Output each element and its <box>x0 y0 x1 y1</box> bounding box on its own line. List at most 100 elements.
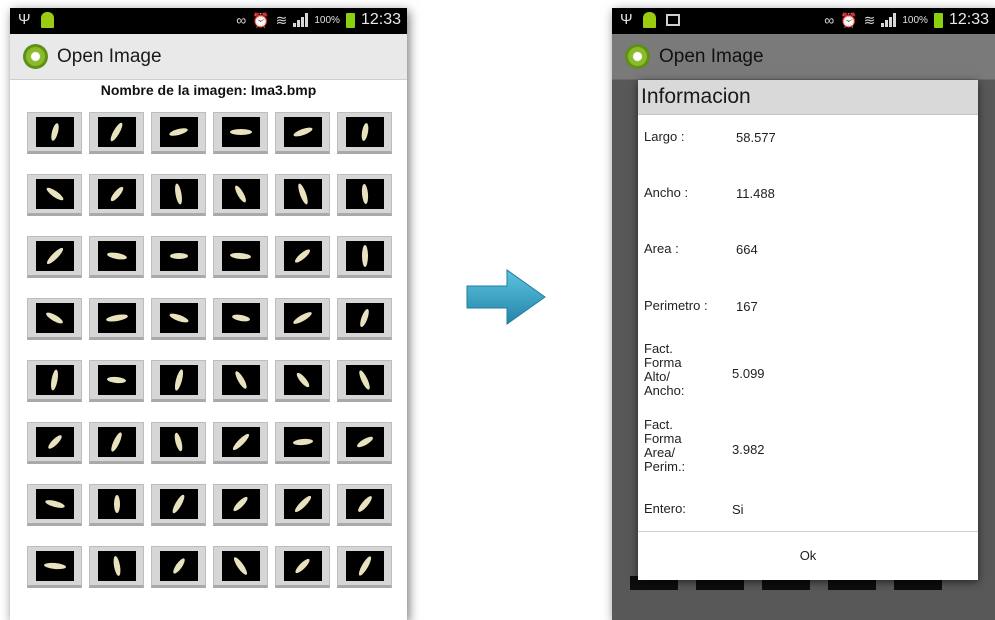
rice-thumbnail[interactable] <box>89 484 144 526</box>
rice-thumbnail[interactable] <box>151 174 206 216</box>
rice-thumbnail[interactable] <box>337 546 392 588</box>
rice-thumbnail[interactable] <box>27 546 82 588</box>
rice-grain-image <box>159 179 198 209</box>
signal-icon <box>881 13 897 27</box>
rice-thumbnail[interactable] <box>275 546 330 588</box>
rice-grain-image <box>345 241 384 271</box>
rice-grain <box>355 494 374 514</box>
rice-thumbnail[interactable] <box>213 236 268 278</box>
rice-thumbnail[interactable] <box>275 422 330 464</box>
rice-grain <box>108 185 125 203</box>
rice-grain-image <box>159 427 198 457</box>
rice-grain-image <box>283 179 322 209</box>
rice-thumbnail[interactable] <box>89 546 144 588</box>
rice-thumbnail[interactable] <box>337 422 392 464</box>
rice-thumbnail[interactable] <box>89 298 144 340</box>
rice-thumbnail[interactable] <box>213 546 268 588</box>
rice-grain-image <box>35 551 74 581</box>
rice-thumbnail[interactable] <box>337 112 392 154</box>
rice-thumbnail[interactable] <box>151 298 206 340</box>
rice-grain-image <box>159 365 198 395</box>
rice-thumbnail[interactable] <box>275 484 330 526</box>
rice-grain <box>44 310 65 326</box>
row-label: Entero: <box>644 501 686 516</box>
right-phone-screen: Ψ ∞ ⏰ ≋ 100% 12:33 Open Image Informacio… <box>612 8 995 620</box>
rice-grain <box>168 126 189 138</box>
rice-thumbnail[interactable] <box>89 360 144 402</box>
rice-grain <box>172 368 185 392</box>
rice-grain-image <box>221 303 260 333</box>
app-gear-icon[interactable] <box>23 44 48 69</box>
rice-grain-image <box>283 117 322 147</box>
rice-grain <box>173 183 184 205</box>
rice-grain <box>232 555 249 577</box>
rice-thumbnail[interactable] <box>275 298 330 340</box>
rice-grain-image <box>345 303 384 333</box>
rice-grain-image <box>221 365 260 395</box>
rice-thumbnail[interactable] <box>275 174 330 216</box>
battery-percent: 100% <box>902 14 928 26</box>
rice-grain-image <box>159 117 198 147</box>
rice-thumbnail[interactable] <box>27 360 82 402</box>
rice-thumbnail[interactable] <box>151 484 206 526</box>
rice-grain <box>361 245 368 267</box>
rice-grain <box>231 495 250 513</box>
rice-thumbnail[interactable] <box>151 360 206 402</box>
rice-thumbnail[interactable] <box>213 484 268 526</box>
app-title: Open Image <box>57 45 162 67</box>
alarm-icon: ⏰ <box>840 12 858 28</box>
rice-thumbnail[interactable] <box>275 112 330 154</box>
rice-thumbnail[interactable] <box>89 422 144 464</box>
rice-grain <box>108 121 125 143</box>
rice-thumbnail[interactable] <box>27 298 82 340</box>
rice-thumbnail[interactable] <box>27 174 82 216</box>
rice-thumbnail[interactable] <box>213 360 268 402</box>
rice-grain-image <box>221 241 260 271</box>
row-label: Fact. Forma Alto/ Ancho: <box>644 341 685 398</box>
rice-thumbnail[interactable] <box>275 236 330 278</box>
rice-thumbnail[interactable] <box>151 422 206 464</box>
rice-grain-image <box>283 489 322 519</box>
rice-thumbnail[interactable] <box>151 112 206 154</box>
rice-thumbnail[interactable] <box>337 236 392 278</box>
rice-thumbnail[interactable] <box>213 298 268 340</box>
rice-grain <box>292 125 313 139</box>
rice-grain-image <box>345 365 384 395</box>
wifi-icon: ≋ <box>863 12 876 28</box>
rice-thumbnail[interactable] <box>337 298 392 340</box>
rice-grain-image <box>345 179 384 209</box>
rice-thumbnail[interactable] <box>27 236 82 278</box>
rice-grain-image <box>35 365 74 395</box>
rice-thumbnail[interactable] <box>213 422 268 464</box>
thumbnail-grid <box>27 112 392 591</box>
rice-thumbnail[interactable] <box>337 174 392 216</box>
rice-grain <box>44 498 65 510</box>
signal-icon <box>293 13 309 27</box>
rice-grain-image <box>345 117 384 147</box>
rice-thumbnail[interactable] <box>89 174 144 216</box>
rice-grain-image <box>97 303 136 333</box>
rice-grain <box>358 308 371 328</box>
status-bar: Ψ ∞ ⏰ ≋ 100% 12:33 <box>10 8 407 34</box>
rice-thumbnail[interactable] <box>337 484 392 526</box>
rice-thumbnail[interactable] <box>275 360 330 402</box>
rice-grain-image <box>283 241 322 271</box>
rice-thumbnail[interactable] <box>27 112 82 154</box>
row-value: 11.488 <box>736 186 775 201</box>
rice-thumbnail[interactable] <box>213 112 268 154</box>
rice-thumbnail[interactable] <box>89 112 144 154</box>
rice-thumbnail[interactable] <box>151 546 206 588</box>
rice-thumbnail[interactable] <box>27 422 82 464</box>
app-gear-icon <box>625 44 650 69</box>
action-bar: Open Image <box>612 34 995 80</box>
ok-button[interactable]: Ok <box>638 532 978 580</box>
rice-thumbnail[interactable] <box>213 174 268 216</box>
rice-grain <box>292 494 313 514</box>
rice-thumbnail[interactable] <box>89 236 144 278</box>
rice-thumbnail[interactable] <box>337 360 392 402</box>
rice-thumbnail[interactable] <box>151 236 206 278</box>
rice-thumbnail[interactable] <box>27 484 82 526</box>
rice-grain <box>168 311 189 325</box>
rice-grain-image <box>345 551 384 581</box>
row-label: Perimetro : <box>644 298 708 313</box>
